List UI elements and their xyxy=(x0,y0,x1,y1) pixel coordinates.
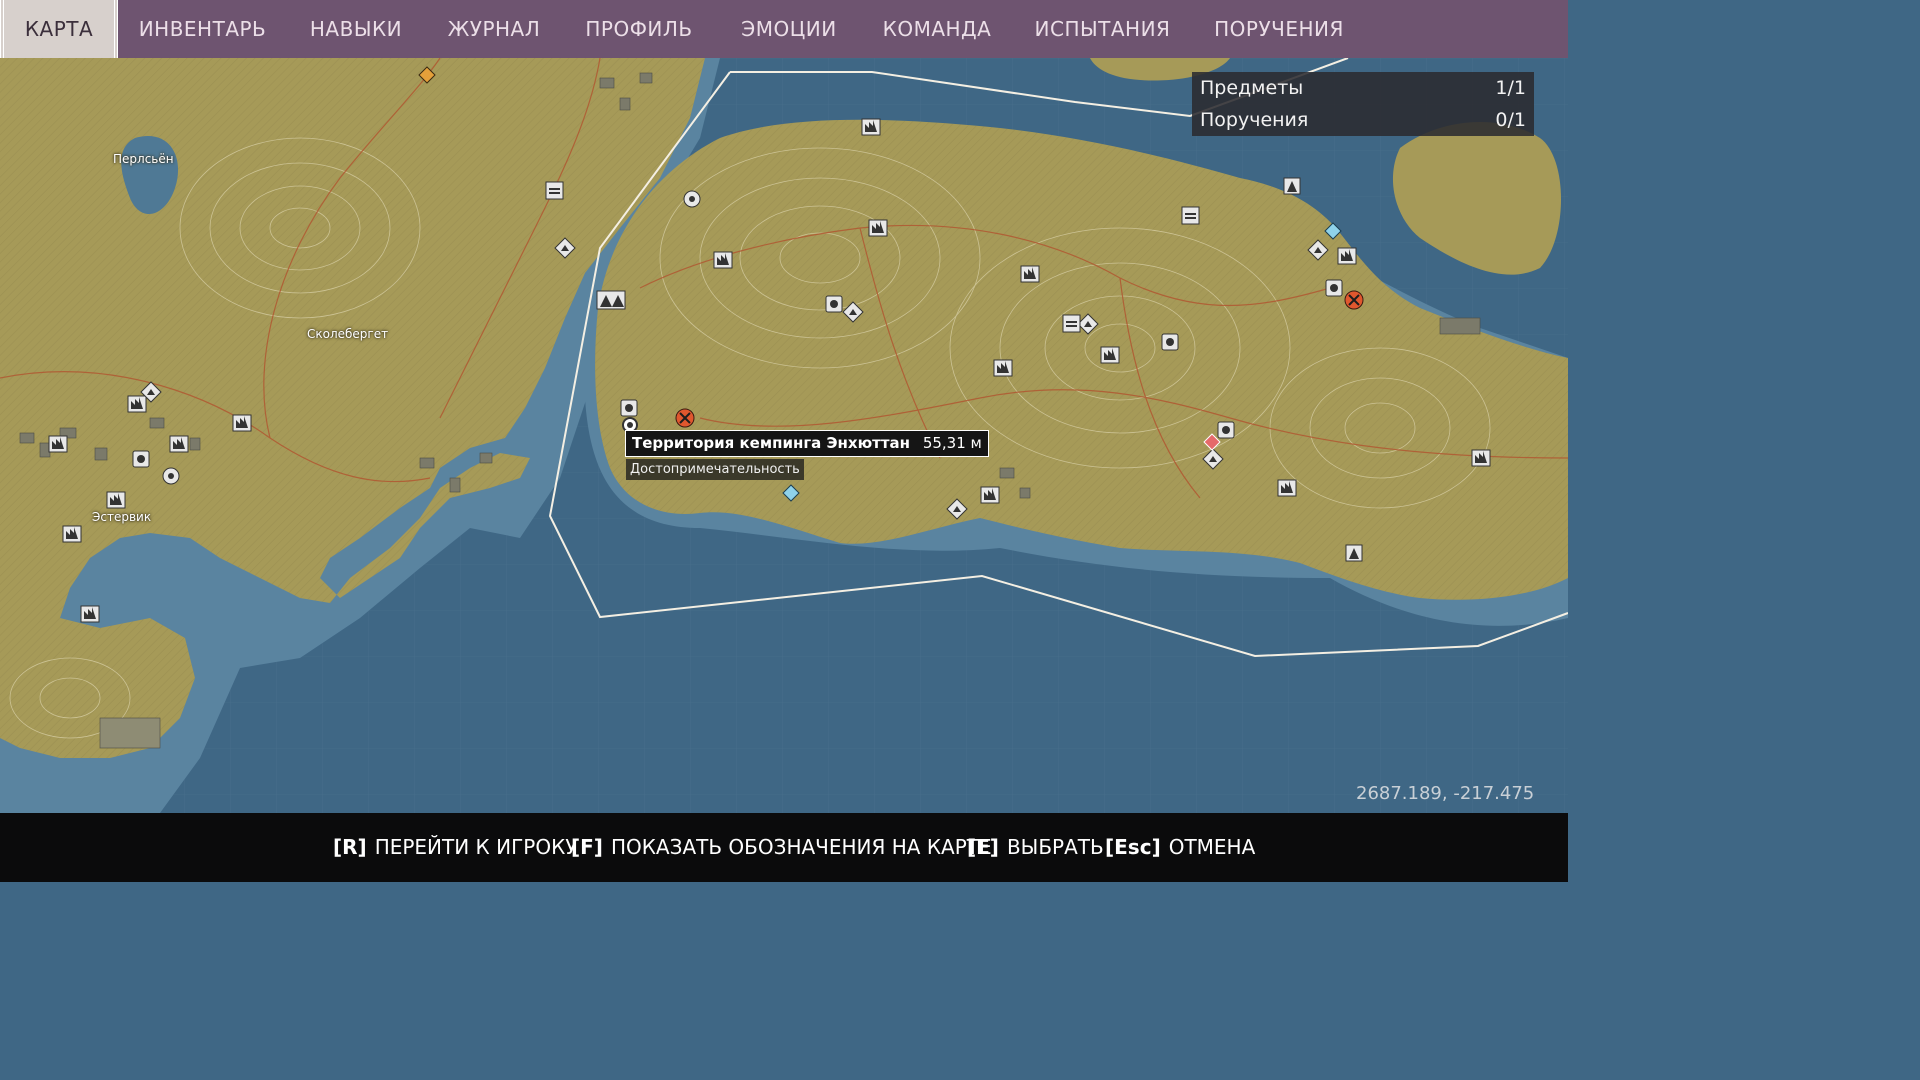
location-name: Территория кемпинга Энхюттан xyxy=(632,434,911,452)
factory-icon[interactable] xyxy=(713,251,733,269)
hint-label: ВЫБРАТЬ xyxy=(1006,835,1104,859)
objective-label: Предметы xyxy=(1200,77,1304,99)
objective-row: Поручения 0/1 xyxy=(1192,104,1534,136)
objective-count: 1/1 xyxy=(1495,77,1526,99)
select-hint[interactable]: [E] ВЫБРАТЬ xyxy=(967,813,1104,882)
camera-icon[interactable] xyxy=(1161,333,1179,351)
cursor-coordinates: 2687.189, -217.475 xyxy=(1356,783,1535,804)
hint-label: ОТМЕНА xyxy=(1168,835,1256,859)
list-marker-icon[interactable] xyxy=(1181,206,1200,225)
camera-icon[interactable] xyxy=(825,295,843,313)
top-nav-bar: КАРТА ИНВЕНТАРЬ НАВЫКИ ЖУРНАЛ ПРОФИЛЬ ЭМ… xyxy=(0,0,1568,58)
tab-team[interactable]: КОМАНДА xyxy=(876,0,998,58)
factory-icon[interactable] xyxy=(861,118,881,136)
factory-icon[interactable] xyxy=(106,491,126,509)
place-label: Перлсьён xyxy=(113,152,174,166)
camera-icon[interactable] xyxy=(1325,279,1343,297)
list-marker-icon[interactable] xyxy=(545,181,564,200)
factory-icon[interactable] xyxy=(1471,449,1491,467)
tab-journal[interactable]: ЖУРНАЛ xyxy=(440,0,548,58)
hint-label: ПОКАЗАТЬ ОБОЗНАЧЕНИЯ НА КАРТЕ xyxy=(610,835,992,859)
gear-icon[interactable] xyxy=(683,190,701,208)
objectives-panel: Предметы 1/1 Поручения 0/1 xyxy=(1192,72,1534,136)
objective-label: Поручения xyxy=(1200,109,1309,131)
location-distance: 55,31 м xyxy=(922,434,982,452)
hint-key: [R] xyxy=(333,835,367,859)
hint-bar: [R] ПЕРЕЙТИ К ИГРОКУ [F] ПОКАЗАТЬ ОБОЗНАЧЕ… xyxy=(0,813,1568,882)
factory-icon[interactable] xyxy=(127,395,147,413)
factory-icon[interactable] xyxy=(62,525,82,543)
factory-icon[interactable] xyxy=(48,435,68,453)
camera-icon[interactable] xyxy=(620,399,638,417)
factory-icon[interactable] xyxy=(868,219,888,237)
hint-label: ПЕРЕЙТИ К ИГРОКУ xyxy=(374,835,578,859)
factory-icon[interactable] xyxy=(169,435,189,453)
hint-key: [Esc] xyxy=(1105,835,1161,859)
tent-icon[interactable] xyxy=(1283,177,1301,195)
hint-key: [F] xyxy=(571,835,603,859)
factory-icon[interactable] xyxy=(1337,247,1357,265)
tent-icon[interactable] xyxy=(596,290,626,310)
tab-inventory[interactable]: ИНВЕНТАРЬ xyxy=(130,0,275,58)
objective-row: Предметы 1/1 xyxy=(1192,72,1534,104)
camera-icon[interactable] xyxy=(1217,421,1235,439)
tab-skills[interactable]: НАВЫКИ xyxy=(300,0,412,58)
go-to-player-hint[interactable]: [R] ПЕРЕЙТИ К ИГРОКУ xyxy=(333,813,577,882)
objective-count: 0/1 xyxy=(1495,109,1526,131)
factory-icon[interactable] xyxy=(980,486,1000,504)
show-legend-hint[interactable]: [F] ПОКАЗАТЬ ОБОЗНАЧЕНИЯ НА КАРТЕ xyxy=(571,813,992,882)
tab-profile[interactable]: ПРОФИЛЬ xyxy=(578,0,700,58)
factory-icon[interactable] xyxy=(1020,265,1040,283)
tab-assignments[interactable]: ПОРУЧЕНИЯ xyxy=(1205,0,1353,58)
location-type: Достопримечательность xyxy=(626,459,804,480)
list-marker-icon[interactable] xyxy=(1062,314,1081,333)
tab-map[interactable]: КАРТА xyxy=(0,0,118,58)
crossed-swords-icon[interactable] xyxy=(675,408,695,428)
place-label: Эстервик xyxy=(92,510,152,524)
location-tooltip: Территория кемпинга Энхюттан 55,31 м xyxy=(625,430,989,457)
cancel-hint[interactable]: [Esc] ОТМЕНА xyxy=(1105,813,1255,882)
tab-challenges[interactable]: ИСПЫТАНИЯ xyxy=(1030,0,1175,58)
factory-icon[interactable] xyxy=(1100,346,1120,364)
camera-icon[interactable] xyxy=(132,450,150,468)
hint-key: [E] xyxy=(967,835,999,859)
gear-icon[interactable] xyxy=(162,467,180,485)
tent-icon[interactable] xyxy=(1345,544,1363,562)
tab-emotes[interactable]: ЭМОЦИИ xyxy=(730,0,848,58)
place-label: Сколебергет xyxy=(307,327,389,341)
crossed-swords-icon[interactable] xyxy=(1344,290,1364,310)
factory-icon[interactable] xyxy=(993,359,1013,377)
factory-icon[interactable] xyxy=(80,605,100,623)
factory-icon[interactable] xyxy=(232,414,252,432)
factory-icon[interactable] xyxy=(1277,479,1297,497)
